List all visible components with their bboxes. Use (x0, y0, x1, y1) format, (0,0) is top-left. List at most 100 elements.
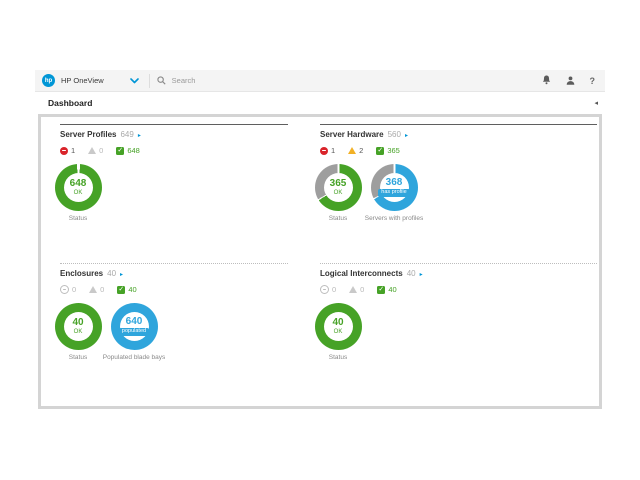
panel-title: Logical Interconnects (320, 269, 403, 278)
search-icon (157, 72, 166, 90)
count-value: 648 (127, 146, 140, 155)
ok-count[interactable]: ✓40 (377, 285, 396, 294)
donut-servers-with-profiles[interactable]: 368has profile Servers with profiles (370, 164, 418, 222)
panel-server-profiles: Server Profiles 649 ▸ 1 0 ✓648 648OK Sta… (60, 124, 288, 222)
donut-row: 40OK Status (314, 303, 597, 361)
count-value: 40 (128, 285, 136, 294)
hp-oneview-app: hp HP OneView ? Dashboard ◂ (35, 70, 605, 409)
donut-caption: Status (329, 354, 347, 361)
donut-caption: Status (69, 215, 87, 222)
warning-count[interactable]: 0 (88, 146, 103, 155)
critical-icon (60, 285, 69, 294)
donut-status[interactable]: 365OK Status (314, 164, 362, 222)
critical-count[interactable]: 1 (320, 146, 335, 155)
panel-logical-interconnects: Logical Interconnects 40 ▸ 0 0 ✓40 40OK … (320, 263, 597, 361)
warning-count[interactable]: 0 (89, 285, 104, 294)
drilldown-arrow-icon: ▸ (405, 132, 408, 139)
panel-title: Server Hardware (320, 130, 384, 139)
panel-title: Enclosures (60, 269, 103, 278)
hp-logo-text: hp (45, 78, 52, 84)
panel-title-link[interactable]: Server Hardware 560 ▸ (320, 130, 597, 139)
count-value: 40 (388, 285, 396, 294)
donut-caption: Status (69, 354, 87, 361)
dashboard-content: Server Profiles 649 ▸ 1 0 ✓648 648OK Sta… (38, 114, 602, 409)
donut-unit-chip: has profile (378, 189, 409, 198)
ok-count[interactable]: ✓40 (117, 285, 136, 294)
count-value: 2 (359, 146, 363, 155)
ok-check-icon: ✓ (116, 147, 124, 155)
donut-value: 648 (70, 179, 87, 189)
panel-total: 40 (407, 269, 416, 278)
ok-check-icon: ✓ (376, 147, 384, 155)
warning-count[interactable]: 2 (348, 146, 363, 155)
donut-chart: 40OK (315, 303, 362, 350)
drilldown-arrow-icon: ▸ (120, 271, 123, 278)
critical-count[interactable]: 0 (60, 285, 76, 294)
search-input[interactable] (170, 75, 374, 86)
notifications-bell-icon[interactable] (542, 72, 551, 90)
page-bar: Dashboard ◂ (35, 92, 605, 114)
donut-chart: 648OK (55, 164, 102, 211)
hp-logo-icon[interactable]: hp (42, 74, 55, 87)
warning-count[interactable]: 0 (349, 285, 364, 294)
warning-icon (88, 147, 96, 154)
help-icon[interactable]: ? (590, 76, 596, 86)
donut-chart: 365OK (315, 164, 362, 211)
donut-chart: 40OK (55, 303, 102, 350)
page-title: Dashboard (48, 98, 92, 108)
donut-value: 40 (72, 318, 83, 328)
critical-icon (320, 147, 328, 155)
warning-icon (349, 286, 357, 293)
status-counts: 1 2 ✓365 (320, 146, 597, 155)
donut-value: 640 (126, 317, 143, 327)
divider (149, 74, 150, 88)
count-value: 1 (71, 146, 75, 155)
donut-caption: Populated blade bays (103, 354, 166, 361)
user-icon[interactable] (566, 72, 575, 90)
critical-count[interactable]: 1 (60, 146, 75, 155)
warning-icon (348, 147, 356, 154)
ok-count[interactable]: ✓648 (116, 146, 140, 155)
donut-unit: OK (74, 190, 83, 196)
panel-total: 40 (107, 269, 116, 278)
panel-enclosures: Enclosures 40 ▸ 0 0 ✓40 40OK Status (60, 263, 288, 361)
count-value: 0 (360, 285, 364, 294)
panel-total: 560 (388, 130, 401, 139)
count-value: 0 (332, 285, 336, 294)
count-value: 0 (99, 146, 103, 155)
ok-check-icon: ✓ (117, 286, 125, 294)
count-value: 1 (331, 146, 335, 155)
donut-status[interactable]: 40OK Status (314, 303, 362, 361)
panel-title-link[interactable]: Enclosures 40 ▸ (60, 269, 288, 278)
donut-row: 365OK Status 368has profile Servers with… (314, 164, 597, 222)
ok-count[interactable]: ✓365 (376, 146, 400, 155)
header-actions: ? (542, 72, 598, 90)
warning-icon (89, 286, 97, 293)
status-counts: 0 0 ✓40 (60, 285, 288, 294)
donut-status[interactable]: 648OK Status (54, 164, 102, 222)
search-box[interactable] (157, 72, 542, 90)
donut-status[interactable]: 40OK Status (54, 303, 102, 361)
drilldown-arrow-icon: ▸ (420, 271, 423, 278)
collapse-panel-icon[interactable]: ◂ (594, 100, 598, 107)
panel-title: Server Profiles (60, 130, 116, 139)
drilldown-arrow-icon: ▸ (138, 132, 141, 139)
donut-unit: OK (74, 329, 83, 335)
chevron-down-icon[interactable] (130, 78, 139, 84)
critical-icon (60, 147, 68, 155)
status-counts: 0 0 ✓40 (320, 285, 597, 294)
donut-unit: OK (334, 190, 343, 196)
panel-title-link[interactable]: Logical Interconnects 40 ▸ (320, 269, 597, 278)
donut-chart: 640populated (111, 303, 158, 350)
critical-count[interactable]: 0 (320, 285, 336, 294)
donut-value: 40 (332, 318, 343, 328)
ok-check-icon: ✓ (377, 286, 385, 294)
donut-caption: Servers with profiles (365, 215, 424, 222)
donut-unit-chip: populated (119, 328, 149, 337)
count-value: 0 (100, 285, 104, 294)
donut-unit: OK (334, 329, 343, 335)
donut-value: 368 (386, 178, 403, 188)
donut-populated-blade-bays[interactable]: 640populated Populated blade bays (110, 303, 158, 361)
status-counts: 1 0 ✓648 (60, 146, 288, 155)
panel-title-link[interactable]: Server Profiles 649 ▸ (60, 130, 288, 139)
